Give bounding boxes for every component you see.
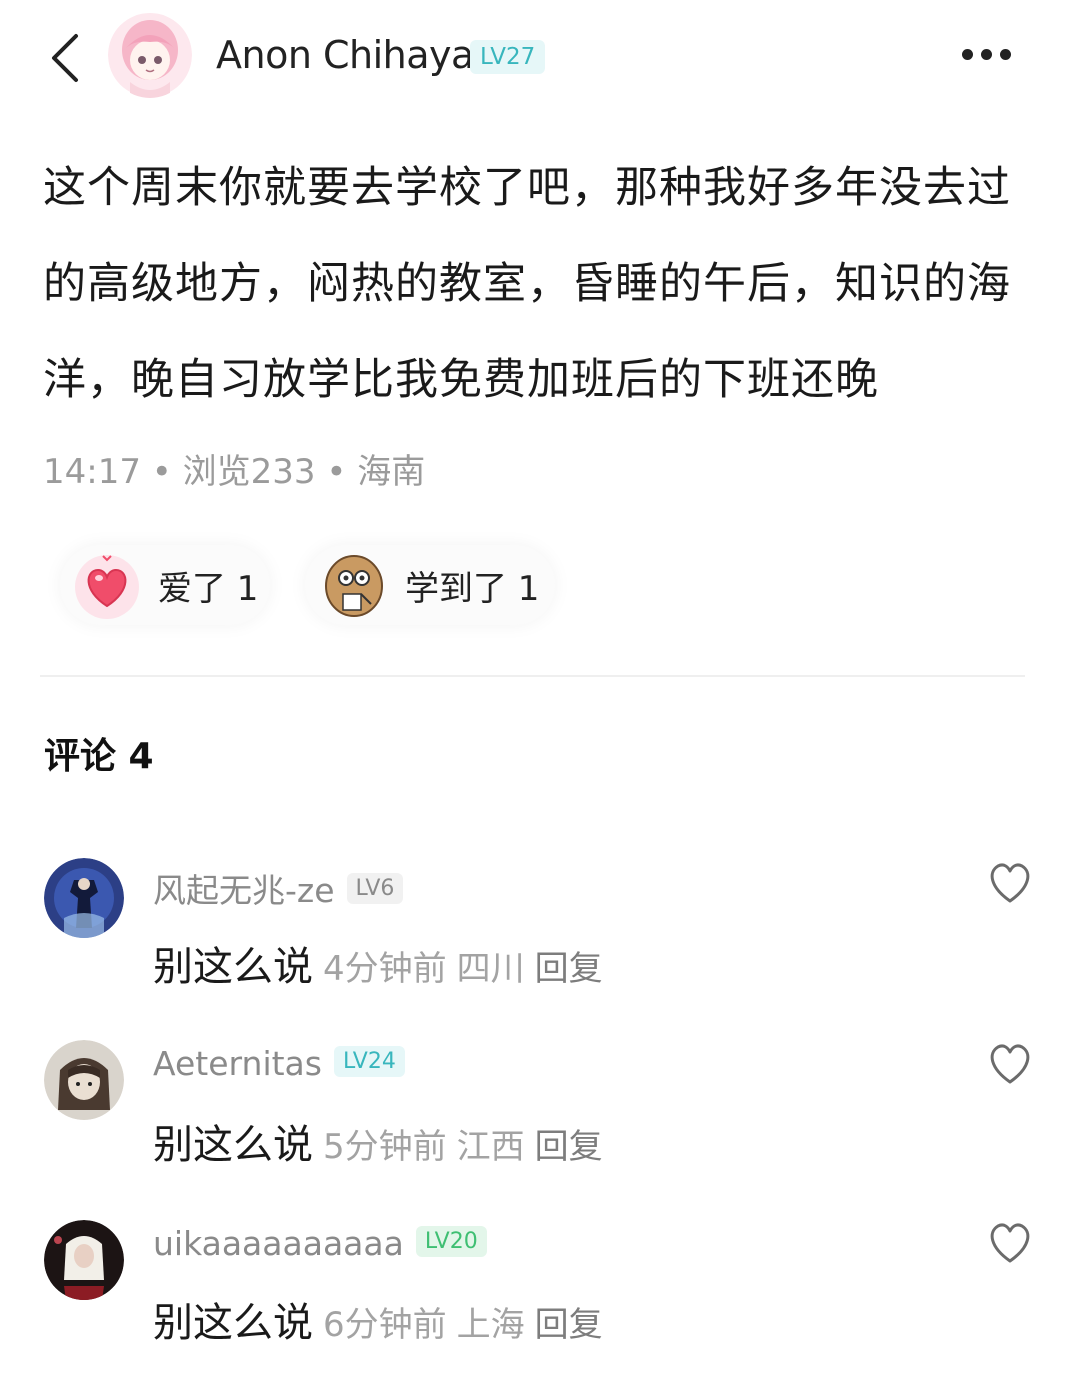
more-dots-icon: [962, 40, 1026, 64]
comment-body: 别这么说 6分钟前 上海 回复: [153, 1290, 603, 1348]
comment-reply-button[interactable]: 回复: [535, 1127, 603, 1167]
comment-level-badge: LV20: [415, 1226, 487, 1257]
comment-reply-button[interactable]: 回复: [535, 1305, 603, 1345]
potato-notebook-sticker-icon: [325, 555, 383, 617]
comment-region: 上海: [456, 1305, 525, 1345]
comments-title: 评论 4: [44, 736, 154, 777]
more-options-button[interactable]: [962, 40, 1026, 70]
heart-outline-icon: [990, 863, 1030, 903]
comment-username[interactable]: 风起无兆-ze: [153, 871, 335, 910]
comment-like-button[interactable]: [985, 1041, 1035, 1087]
comment-avatar[interactable]: [44, 1220, 124, 1300]
comment-username-row: Aeternitas LV24: [153, 1044, 405, 1083]
comment-username-row: uikaaaaaaaaaa LV20: [153, 1224, 487, 1263]
reaction-learn-label: 学到了 1: [405, 568, 540, 609]
comment-text: 别这么说: [153, 944, 313, 990]
divider: [40, 675, 1025, 677]
heart-outline-icon: [990, 1044, 1030, 1084]
comment-username-row: 风起无兆-ze LV6: [153, 864, 404, 912]
reaction-love-button[interactable]: 爱了 1: [60, 545, 270, 625]
post-meta: 14:17 • 浏览233 • 海南: [43, 452, 426, 492]
comment-avatar[interactable]: [44, 1040, 124, 1120]
comment-text: 别这么说: [153, 1122, 313, 1168]
comment-avatar[interactable]: [44, 858, 124, 938]
comment-time: 4分钟前: [323, 949, 447, 989]
comment-region: 江西: [456, 1127, 525, 1167]
comment-body: 别这么说 5分钟前 江西 回复: [153, 1112, 603, 1170]
reaction-love-label: 爱了 1: [158, 568, 259, 609]
comment-like-button[interactable]: [985, 1220, 1035, 1266]
back-button[interactable]: [40, 28, 92, 88]
comment-username[interactable]: Aeternitas: [153, 1044, 322, 1083]
post-text: 这个周末你就要去学校了吧，那种我好多年没去过的高级地方，闷热的教室，昏睡的午后，…: [43, 163, 1011, 405]
comment-level-badge: LV6: [346, 873, 404, 904]
comment-time: 6分钟前: [323, 1305, 447, 1345]
author-name[interactable]: Anon Chihaya: [216, 33, 474, 77]
reaction-learn-button[interactable]: 学到了 1: [305, 545, 555, 625]
comment-region: 四川: [456, 949, 525, 989]
comment-reply-button[interactable]: 回复: [535, 949, 603, 989]
comment-body: 别这么说 4分钟前 四川 回复: [153, 934, 603, 992]
comment-text: 别这么说: [153, 1300, 313, 1346]
heart-sticker-icon: [75, 555, 139, 619]
author-avatar[interactable]: [108, 12, 192, 98]
chevron-left-icon: [52, 34, 78, 82]
comment-like-button[interactable]: [985, 860, 1035, 906]
comment-time: 5分钟前: [323, 1127, 447, 1167]
comment-level-badge: LV24: [333, 1046, 405, 1077]
author-level-badge: LV27: [470, 40, 546, 74]
heart-outline-icon: [990, 1223, 1030, 1263]
comment-username[interactable]: uikaaaaaaaaaa: [153, 1224, 404, 1263]
